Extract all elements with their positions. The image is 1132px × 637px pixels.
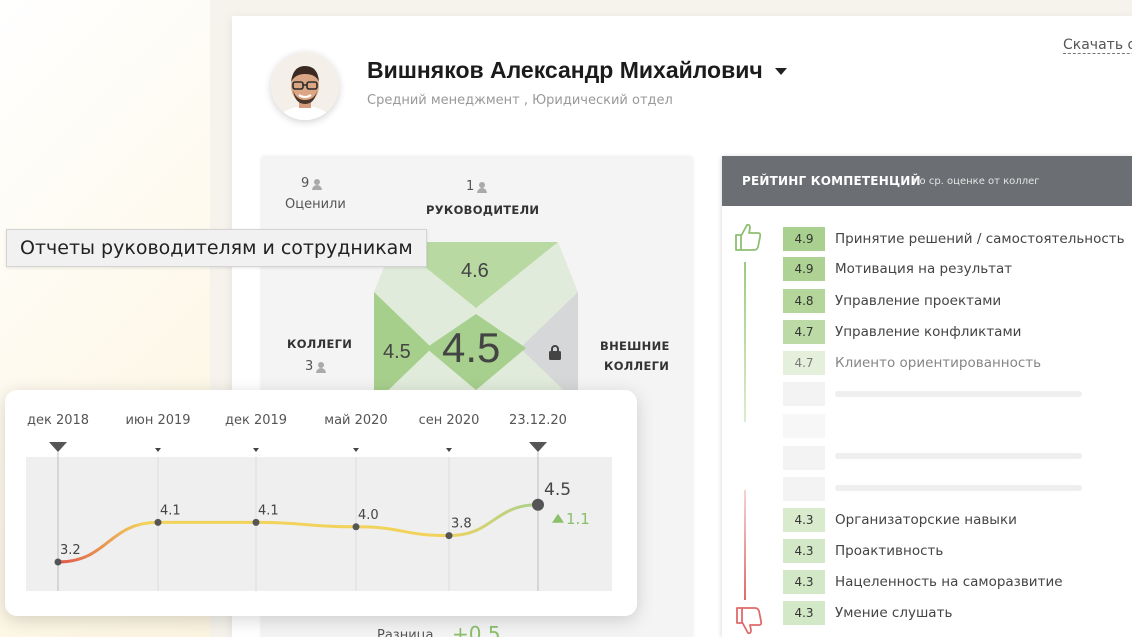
managers-count-value: 1 (466, 179, 475, 194)
placeholder-line (835, 485, 1082, 491)
chart-x-tick-label: май 2020 (324, 413, 387, 428)
competency-row[interactable]: 4.9 Мотивация на результат (783, 257, 1132, 281)
user-icon (312, 178, 323, 190)
chart-point (54, 558, 62, 566)
negative-scale-line (744, 490, 746, 600)
competency-score: 4.3 (783, 570, 825, 594)
chart-data-label: 4.1 (160, 503, 181, 518)
chart-x-tick-label: сен 2020 (419, 413, 480, 428)
competency-row[interactable]: 4.3 Нацеленность на саморазвитие (783, 570, 1132, 594)
employee-name-text: Вишняков Александр Михайлович (367, 57, 763, 83)
employee-name[interactable]: Вишняков Александр Михайлович (367, 57, 787, 84)
chart-data-label: 4.5 (544, 480, 571, 500)
score-history-chart: дек 2018 июн 2019 дек 2019 май 2020 сен 2020… (26, 413, 612, 591)
placeholder-badge (783, 382, 825, 406)
thumbs-up-icon (735, 223, 762, 251)
chart-range-marker (49, 442, 67, 452)
competency-row[interactable]: 4.8 Управление проектами (783, 289, 1132, 313)
lock-icon (549, 345, 561, 360)
chart-tick-marker (253, 448, 259, 452)
rating-subtitle: по ср. оценке от коллег (913, 176, 1040, 187)
placeholder-badge (783, 477, 825, 501)
rating-header: РЕЙТИНГ КОМПЕТЕНЦИЙ по ср. оценке от кол… (722, 156, 1132, 206)
difference-value: +0.5 (452, 622, 501, 637)
chart-x-tick-label: дек 2018 (27, 413, 89, 428)
chart-delta-label: 1.1 (566, 510, 590, 528)
placeholder-line (835, 453, 1082, 459)
competency-label: Нацеленность на саморазвитие (835, 574, 1063, 590)
chart-point (445, 532, 453, 540)
competency-label: Организаторские навыки (835, 512, 1017, 528)
rated-count: 9 (301, 176, 323, 191)
competency-score: 4.9 (783, 257, 825, 281)
positive-scale-line (744, 262, 746, 422)
chart-tick-marker (155, 448, 161, 452)
competency-row[interactable]: 4.3 Проактивность (783, 539, 1132, 563)
competency-row[interactable]: 4.3 Умение слушать (783, 601, 1132, 625)
placeholder-badge (783, 446, 825, 470)
chart-point (532, 498, 544, 511)
competency-row[interactable]: 4.9 Принятие решений / самостоятельность (783, 227, 1132, 251)
chart-tick-marker (446, 448, 452, 452)
competency-score: 4.7 (783, 320, 825, 344)
competency-score: 4.3 (783, 601, 825, 625)
colleagues-score: 4.5 (383, 341, 411, 363)
chart-data-label: 3.8 (451, 517, 472, 532)
chart-x-tick-label: июн 2019 (125, 413, 190, 428)
chart-plot-area (26, 457, 612, 591)
overall-score: 4.5 (442, 324, 501, 371)
colleagues-count: 3 (305, 359, 327, 374)
reports-tooltip: Отчеты руководителям и сотрудникам (6, 229, 427, 267)
chart-tick-marker (353, 448, 359, 452)
chart-range-marker (529, 442, 547, 452)
external-label-1: ВНЕШНИЕ (600, 339, 670, 353)
competency-row[interactable]: 4.7 Управление конфликтами (783, 320, 1132, 344)
thumbs-down-icon (736, 607, 763, 635)
user-icon (477, 181, 488, 193)
rating-title: РЕЙТИНГ КОМПЕТЕНЦИЙ (742, 174, 921, 188)
external-label-2: КОЛЛЕГИ (604, 359, 670, 373)
chevron-down-icon[interactable] (774, 68, 787, 76)
competency-row[interactable]: 4.7 Клиенто ориентированность (783, 351, 1132, 375)
competency-score: 4.3 (783, 539, 825, 563)
competency-label: Управление проектами (835, 293, 1002, 309)
managers-count: 1 (466, 179, 488, 194)
rated-count-value: 9 (301, 176, 310, 191)
placeholder-badge (783, 414, 825, 438)
competency-score: 4.9 (783, 227, 825, 251)
managers-score: 4.6 (461, 260, 489, 282)
competency-score: 4.8 (783, 289, 825, 313)
employee-position: Средний менеджмент , Юридический отдел (367, 93, 673, 108)
competency-label: Проактивность (835, 543, 944, 559)
competency-label: Клиенто ориентированность (835, 355, 1042, 371)
score-history-card: дек 2018 июн 2019 дек 2019 май 2020 сен 2020… (5, 390, 637, 616)
avatar (271, 52, 339, 120)
competency-score: 4.3 (783, 508, 825, 532)
colleagues-count-value: 3 (305, 359, 314, 374)
download-report-link[interactable]: Скачать отчет (1063, 37, 1132, 54)
colleagues-label: КОЛЛЕГИ (287, 337, 353, 351)
difference-label: Разница (377, 628, 434, 637)
managers-label: РУКОВОДИТЕЛИ (426, 203, 540, 217)
competency-label: Мотивация на результат (835, 261, 1013, 277)
rated-label: Оценили (285, 197, 346, 212)
user-icon (316, 361, 327, 373)
competency-score: 4.7 (783, 351, 825, 375)
competency-row[interactable]: 4.3 Организаторские навыки (783, 508, 1132, 532)
chart-x-tick-label: 23.12.20 (509, 413, 567, 428)
competency-label: Управление конфликтами (835, 324, 1022, 340)
chart-data-label: 4.1 (258, 503, 279, 518)
chart-point (352, 523, 360, 531)
chart-data-label: 3.2 (60, 543, 81, 558)
chart-x-tick-label: дек 2019 (225, 413, 287, 428)
chart-data-label: 4.0 (358, 508, 379, 523)
chart-point (252, 518, 260, 526)
placeholder-line (835, 391, 1082, 397)
chart-point (154, 518, 162, 526)
competency-label: Умение слушать (835, 605, 953, 621)
competency-label: Принятие решений / самостоятельность (835, 231, 1125, 247)
